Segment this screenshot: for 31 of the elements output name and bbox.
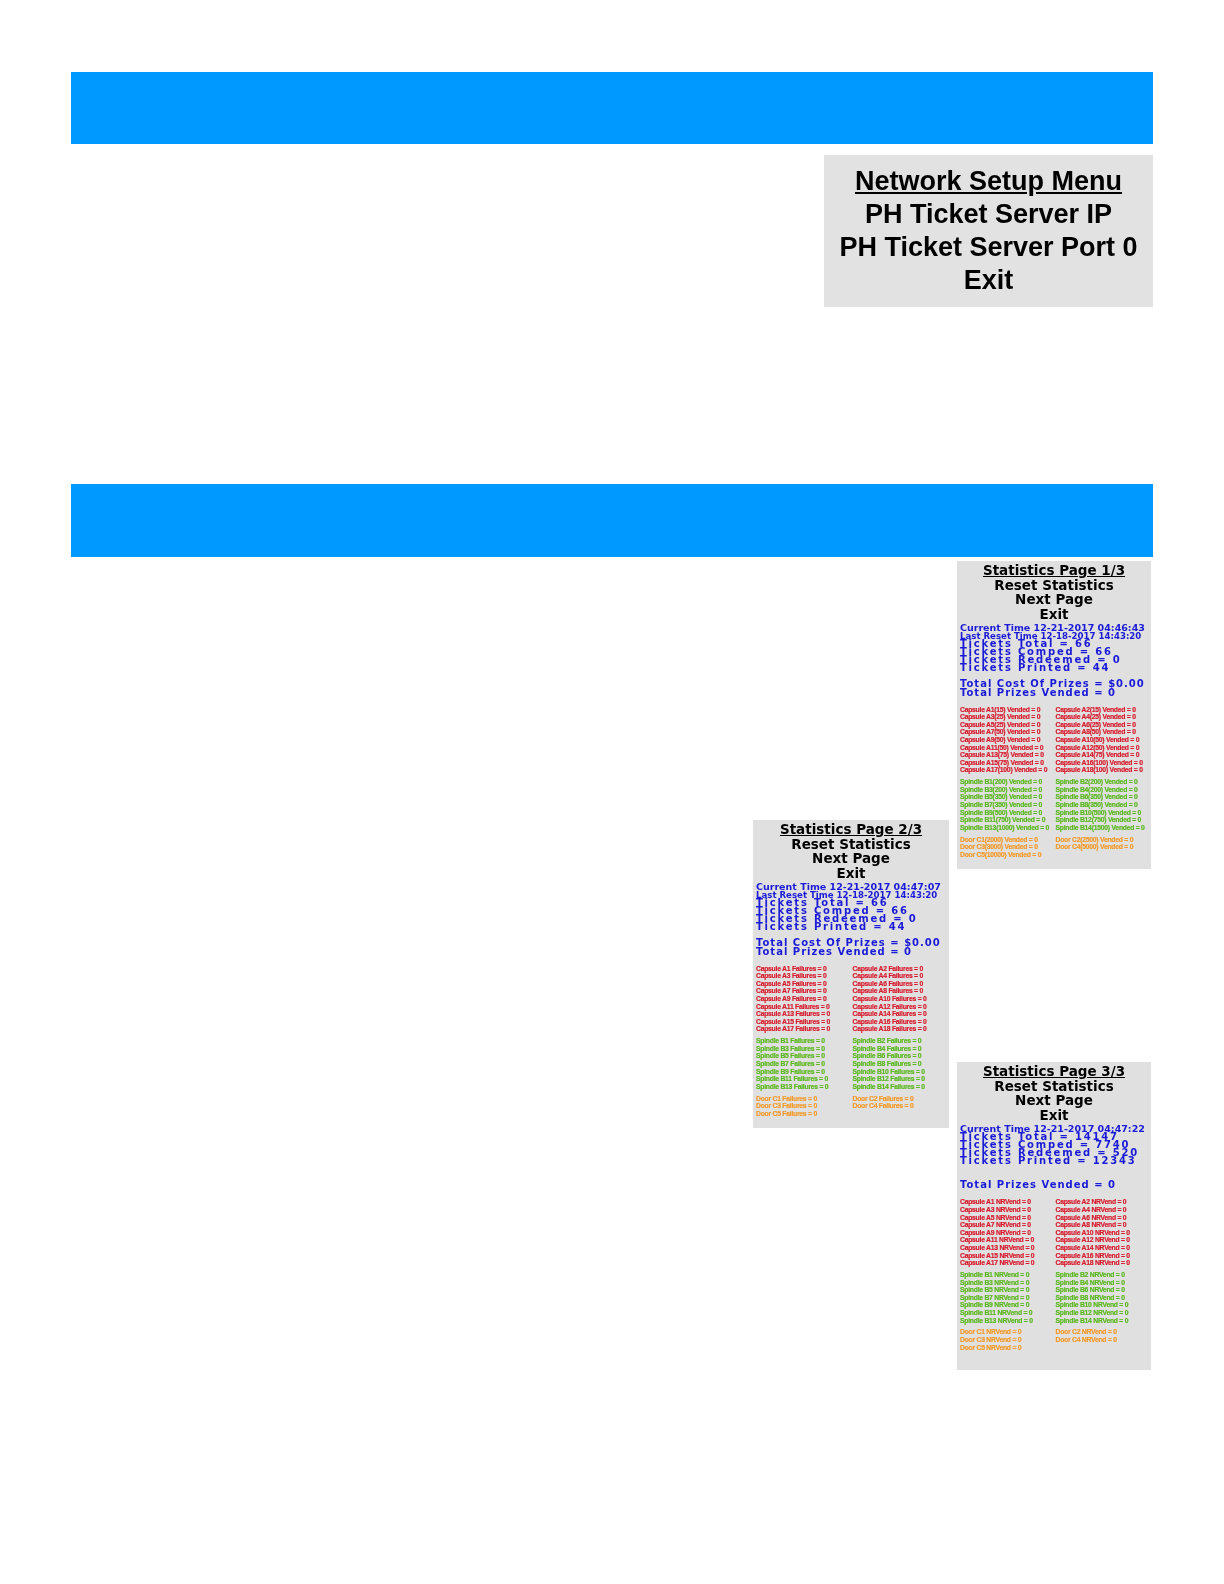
ticket-count: Tickets Comped = 7740: [960, 1140, 1131, 1149]
time-reading: Current Time 12-21-2017 04:46:43: [960, 623, 1145, 632]
menu-item[interactable]: Exit: [836, 865, 866, 880]
menu-title: Statistics Page 1/3: [982, 563, 1126, 578]
menu-title: Network Setup Menu: [855, 165, 1122, 198]
prize-total: Total Prizes Vended = 0: [756, 947, 913, 956]
ticket-count: Tickets Printed = 44: [960, 664, 1111, 673]
menu-title: Statistics Page 3/3: [982, 1064, 1126, 1079]
menu-item[interactable]: Reset Statistics: [791, 836, 911, 851]
time-reading: Last Reset Time 12-18-2017 14:43:20: [756, 890, 938, 900]
menu-item[interactable]: Reset Statistics: [994, 1078, 1114, 1093]
menu-title: Statistics Page 2/3: [779, 822, 923, 837]
menu-item[interactable]: Exit: [1039, 1107, 1069, 1122]
menu-item[interactable]: Reset Statistics: [994, 577, 1114, 592]
prize-total: Total Prizes Vended = 0: [960, 688, 1117, 697]
time-reading: Current Time 12-21-2017 04:47:22: [960, 1124, 1145, 1133]
time-reading: Last Reset Time 12-18-2017 14:43:20: [960, 631, 1142, 641]
menu-item[interactable]: Exit: [1039, 606, 1069, 621]
time-reading: Current Time 12-21-2017 04:47:07: [756, 882, 941, 891]
menu-item[interactable]: Exit: [963, 264, 1014, 297]
prize-total: Total Prizes Vended = 0: [960, 1181, 1117, 1190]
menu-item[interactable]: Next Page: [1015, 592, 1093, 607]
menu-item[interactable]: Next Page: [812, 851, 890, 866]
ticket-count: Tickets Total = 14147: [960, 1132, 1119, 1141]
prize-total: Total Cost Of Prizes = $0.00: [960, 680, 1145, 689]
menu-item[interactable]: Next Page: [1015, 1093, 1093, 1108]
prize-total: Total Cost Of Prizes = $0.00: [756, 939, 941, 948]
menu-item[interactable]: PH Ticket Server Port 0: [839, 231, 1138, 264]
menu-item[interactable]: PH Ticket Server IP: [864, 198, 1113, 231]
ticket-count: Tickets Printed = 44: [756, 923, 907, 932]
ticket-count: Tickets Printed = 12343: [960, 1157, 1137, 1166]
